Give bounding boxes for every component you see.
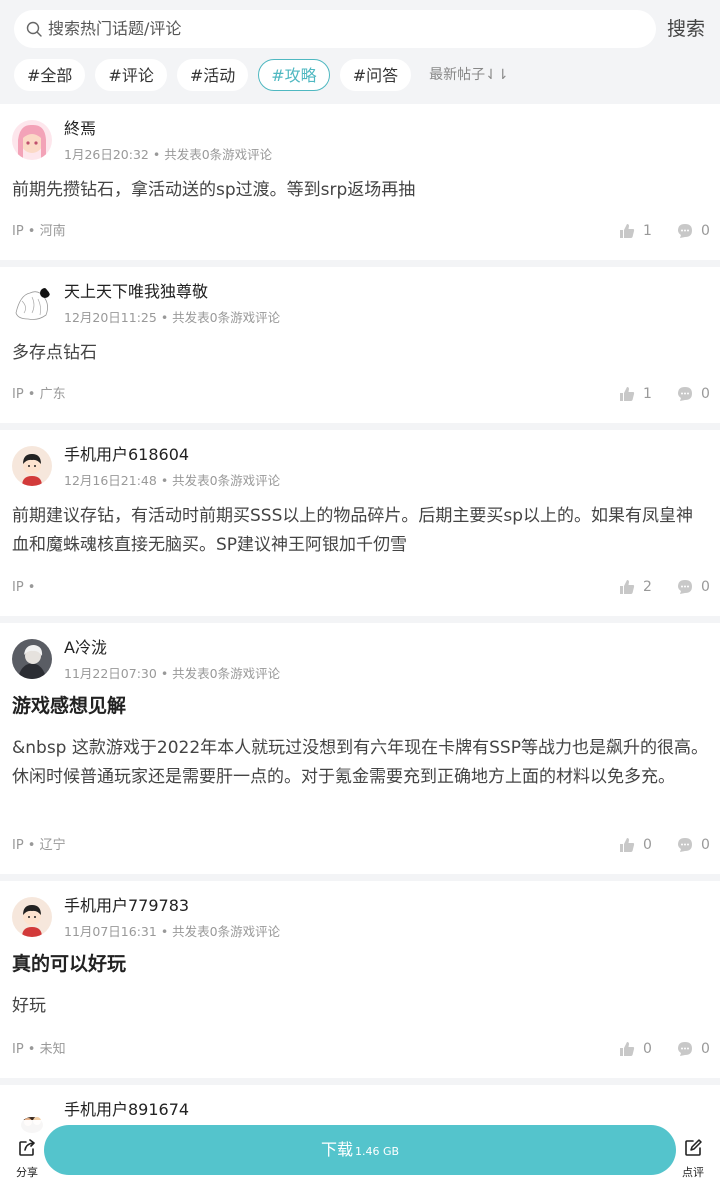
post-date: 12月20日11:25: [64, 310, 157, 325]
share-icon: [19, 1139, 35, 1156]
post-item[interactable]: 手机用户779783 11月07日16:31 • 共发表0条游戏评论 真的可以好…: [0, 881, 720, 1078]
comment-icon: [678, 387, 692, 401]
comment-icon: [678, 224, 692, 238]
sort-dropdown[interactable]: 最新帖子⇃⇂: [429, 59, 508, 91]
post-content[interactable]: 前期先攒钻石，拿活动送的sp过渡。等到srp返场再抽: [12, 176, 708, 205]
post-meta: 12月20日11:25 • 共发表0条游戏评论: [64, 310, 281, 325]
comment-count: 0: [701, 837, 710, 853]
like-count: 1: [643, 223, 652, 239]
ip-location: IP •: [12, 580, 36, 595]
post-item[interactable]: A冷泷 11月22日07:30 • 共发表0条游戏评论 游戏感想见解 &nbsp…: [0, 623, 720, 874]
comment-button[interactable]: 0: [677, 837, 710, 853]
post-meta: 11月07日16:31 • 共发表0条游戏评论: [64, 924, 281, 939]
tag-activity[interactable]: #活动: [176, 59, 249, 91]
download-label: 下载: [320, 1140, 353, 1159]
like-button[interactable]: 1: [619, 223, 652, 239]
like-button[interactable]: 1: [619, 386, 652, 402]
post-meta: 1月26日20:32 • 共发表0条游戏评论: [64, 147, 273, 162]
review-count: 共发表0条游戏评论: [172, 310, 281, 325]
post-date: 12月16日21:48: [64, 473, 157, 488]
post-meta: 11月22日07:30 • 共发表0条游戏评论: [64, 666, 281, 681]
share-button[interactable]: 分享: [14, 1138, 40, 1180]
header: 搜索热门话题/评论 搜索 #全部 #评论 #活动 #攻略 #问答 最新帖子⇃⇂: [0, 0, 720, 104]
search-icon: [26, 21, 42, 37]
comment-button[interactable]: 0: [677, 1041, 710, 1057]
post-title[interactable]: 游戏感想见解: [12, 693, 126, 719]
review-count: 共发表0条游戏评论: [172, 924, 281, 939]
avatar[interactable]: [12, 639, 52, 679]
avatar[interactable]: [12, 897, 52, 937]
review-button[interactable]: 点评: [680, 1138, 706, 1180]
like-count: 0: [643, 1041, 652, 1057]
avatar[interactable]: [12, 283, 52, 323]
post-date: 1月26日20:32: [64, 147, 149, 162]
search-input[interactable]: 搜索热门话题/评论: [14, 10, 656, 48]
like-count: 1: [643, 386, 652, 402]
username[interactable]: 天上天下唯我独尊敬: [64, 282, 208, 302]
username[interactable]: 終焉: [64, 119, 96, 139]
post-item[interactable]: 天上天下唯我独尊敬 12月20日11:25 • 共发表0条游戏评论 多存点钻石 …: [0, 267, 720, 423]
post-date: 11月22日07:30: [64, 666, 157, 681]
thumbs-up-icon: [620, 838, 635, 852]
thumbs-up-icon: [620, 224, 635, 238]
tag-guide[interactable]: #攻略: [258, 59, 330, 91]
review-label: 点评: [682, 1166, 704, 1179]
ip-location: IP • 河南: [12, 224, 66, 239]
avatar[interactable]: [12, 446, 52, 486]
download-size: 1.46 GB: [354, 1145, 400, 1158]
post-item[interactable]: 終焉 1月26日20:32 • 共发表0条游戏评论 前期先攒钻石，拿活动送的sp…: [0, 104, 720, 260]
search-button[interactable]: 搜索: [667, 17, 705, 41]
username[interactable]: 手机用户779783: [64, 896, 189, 916]
post-meta: 12月16日21:48 • 共发表0条游戏评论: [64, 473, 281, 488]
post-content[interactable]: &nbsp 这款游戏于2022年本人就玩过没想到有六年现在卡牌有SSP等战力也是…: [12, 734, 708, 792]
review-count: 共发表0条游戏评论: [172, 666, 281, 681]
avatar[interactable]: [12, 120, 52, 160]
comment-button[interactable]: 0: [677, 223, 710, 239]
comment-button[interactable]: 0: [677, 579, 710, 595]
tag-filter-bar: #全部 #评论 #活动 #攻略 #问答 最新帖子⇃⇂: [14, 59, 509, 91]
post-content[interactable]: 好玩: [12, 992, 708, 1021]
username[interactable]: A冷泷: [64, 638, 107, 658]
post-date: 11月07日16:31: [64, 924, 157, 939]
edit-icon: [685, 1139, 702, 1156]
comment-icon: [678, 1042, 692, 1056]
like-button[interactable]: 0: [619, 837, 652, 853]
post-title[interactable]: 真的可以好玩: [12, 951, 126, 977]
like-count: 0: [643, 837, 652, 853]
like-button[interactable]: 2: [619, 579, 652, 595]
share-label: 分享: [16, 1166, 38, 1179]
comment-icon: [678, 838, 692, 852]
ip-location: IP • 未知: [12, 1042, 66, 1057]
like-button[interactable]: 0: [619, 1041, 652, 1057]
post-item[interactable]: 手机用户618604 12月16日21:48 • 共发表0条游戏评论 前期建议存…: [0, 430, 720, 616]
ip-location: IP • 广东: [12, 387, 66, 402]
bottom-action-bar: 分享 下载 1.46 GB 点评: [0, 1120, 720, 1183]
comment-icon: [678, 580, 692, 594]
username[interactable]: 手机用户618604: [64, 445, 189, 465]
comment-count: 0: [701, 1041, 710, 1057]
comment-count: 0: [701, 579, 710, 595]
post-content[interactable]: 前期建议存钻，有活动时前期买SSS以上的物品碎片。后期主要买sp以上的。如果有凤…: [12, 502, 708, 560]
like-count: 2: [643, 579, 652, 595]
tag-qa[interactable]: #问答: [339, 59, 412, 91]
tag-all[interactable]: #全部: [14, 59, 86, 91]
review-count: 共发表0条游戏评论: [172, 473, 281, 488]
download-button[interactable]: 下载 1.46 GB: [44, 1125, 676, 1175]
thumbs-up-icon: [620, 1042, 635, 1056]
username[interactable]: 手机用户891674: [64, 1100, 189, 1120]
search-placeholder: 搜索热门话题/评论: [48, 19, 182, 38]
ip-location: IP • 辽宁: [12, 838, 66, 853]
thumbs-up-icon: [620, 387, 635, 401]
thumbs-up-icon: [620, 580, 635, 594]
comment-count: 0: [701, 386, 710, 402]
tag-review[interactable]: #评论: [95, 59, 167, 91]
post-list: 終焉 1月26日20:32 • 共发表0条游戏评论 前期先攒钻石，拿活动送的sp…: [0, 104, 720, 1183]
post-content[interactable]: 多存点钻石: [12, 339, 708, 368]
review-count: 共发表0条游戏评论: [164, 147, 273, 162]
comment-button[interactable]: 0: [677, 386, 710, 402]
comment-count: 0: [701, 223, 710, 239]
